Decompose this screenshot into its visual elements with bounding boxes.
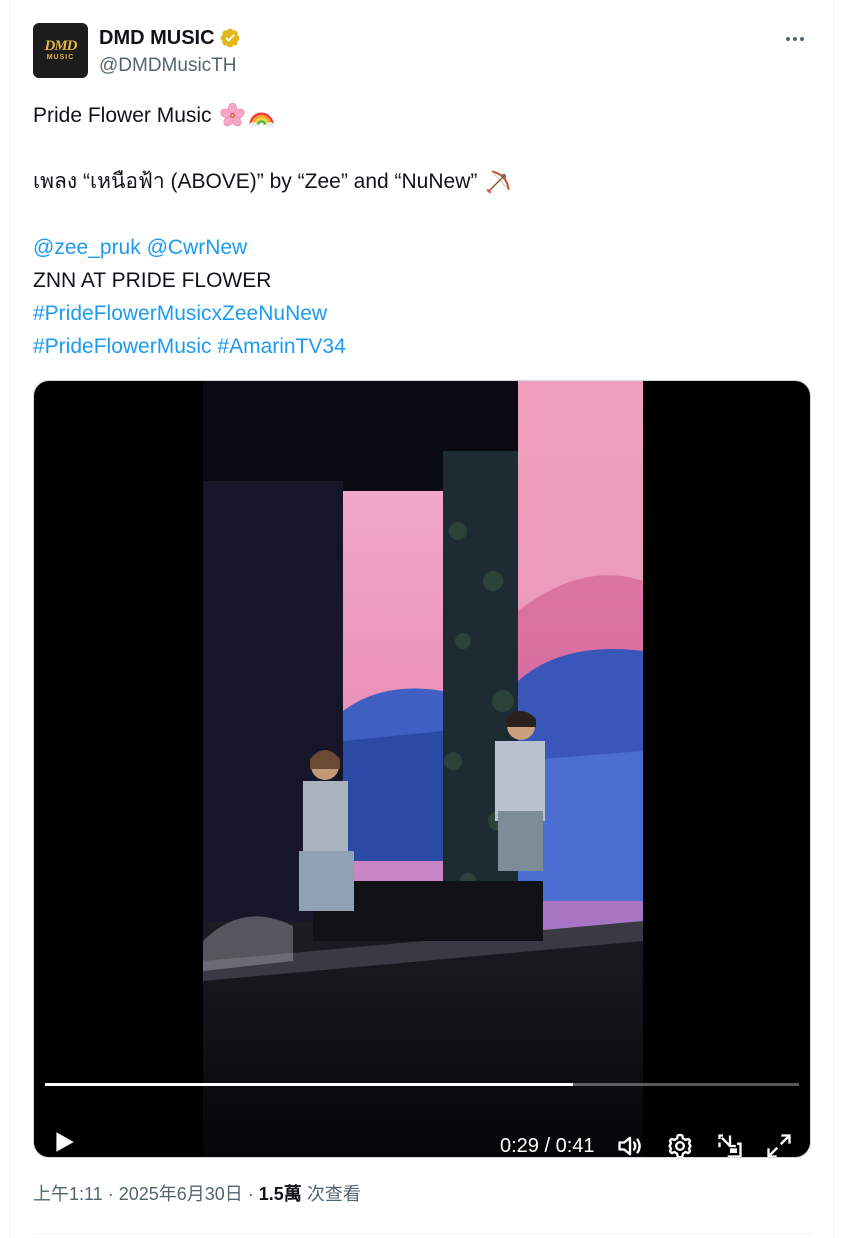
bow-and-arrow-emoji-icon [487,170,511,194]
more-dot [800,37,804,41]
video-progress-fill [45,1083,573,1086]
author-avatar[interactable]: DMD MUSIC [33,23,88,78]
picture-in-picture-icon[interactable] [716,1132,744,1158]
tweet-text: Pride Flower Music เพลง “เหนือฟ้า (ABOVE… [33,99,813,363]
tweet-date[interactable]: 2025年6月30日 [119,1184,243,1204]
volume-icon[interactable] [616,1132,644,1158]
mention-link-zee[interactable]: @zee_pruk [33,231,141,264]
tweet-card: DMD MUSIC DMD MUSIC @DMDMusicTH Pride Fl… [9,0,834,1238]
tweet-line-4: ZNN AT PRIDE FLOWER [33,264,813,297]
divider [33,1233,811,1234]
mention-link-cwrnew[interactable]: @CwrNew [147,231,248,264]
video-player[interactable]: 0:29 / 0:41 [33,380,811,1158]
tweet-song-text: เพลง “เหนือฟ้า (ABOVE)” by “Zee” and “Nu… [33,170,478,193]
cherry-blossom-emoji-icon [219,102,245,127]
more-dot [786,37,790,41]
avatar-logo-text: DMD [44,38,77,54]
author-handle[interactable]: @DMDMusicTH [99,54,237,78]
hashtag-link-prideflowermusicxzeenunew[interactable]: #PrideFlowerMusicxZeeNuNew [33,297,327,330]
view-count-label: 次查看 [301,1184,361,1204]
tweet-hashtag-line-2: #PrideFlowerMusic #AmarinTV34 [33,330,813,363]
view-count: 1.5萬 [258,1184,302,1204]
avatar-logo-subtext: MUSIC [46,54,75,61]
video-frame-image [203,381,643,1157]
tweet-hashtag-line-1: #PrideFlowerMusicxZeeNuNew [33,297,813,330]
hashtag-link-prideflowermusic[interactable]: #PrideFlowerMusic [33,330,212,363]
more-options-icon[interactable] [781,26,809,52]
tweet-line-1: Pride Flower Music [33,99,813,132]
meta-separator: · [102,1184,119,1204]
video-controls: 0:29 / 0:41 [34,1101,810,1158]
verified-badge-icon[interactable] [219,27,241,49]
tweet-mentions-line: @zee_pruk @CwrNew [33,231,813,264]
rainbow-emoji-icon [248,112,274,128]
hashtag-link-amarintv34[interactable]: #AmarinTV34 [217,330,345,363]
tweet-time[interactable]: 上午1:11 [33,1184,103,1204]
fullscreen-icon[interactable] [765,1132,793,1158]
tweet-line-2: เพลง “เหนือฟ้า (ABOVE)” by “Zee” and “Nu… [33,165,813,198]
video-time-display: 0:29 / 0:41 [500,1134,595,1157]
more-dot [793,37,797,41]
play-icon[interactable] [51,1129,77,1155]
settings-icon[interactable] [666,1132,694,1158]
tweet-title-text: Pride Flower Music [33,104,212,127]
video-time-text: 0:29 / 0:41 [500,1135,595,1157]
tweet-metadata: 上午1:11 · 2025年6月30日 · 1.5萬 次查看 [33,1180,361,1208]
meta-separator: · [242,1184,259,1204]
video-progress-bar[interactable] [45,1083,799,1086]
tweet-event-text: ZNN AT PRIDE FLOWER [33,269,272,292]
author-name-row: DMD MUSIC [99,25,241,51]
author-display-name[interactable]: DMD MUSIC [99,25,215,51]
